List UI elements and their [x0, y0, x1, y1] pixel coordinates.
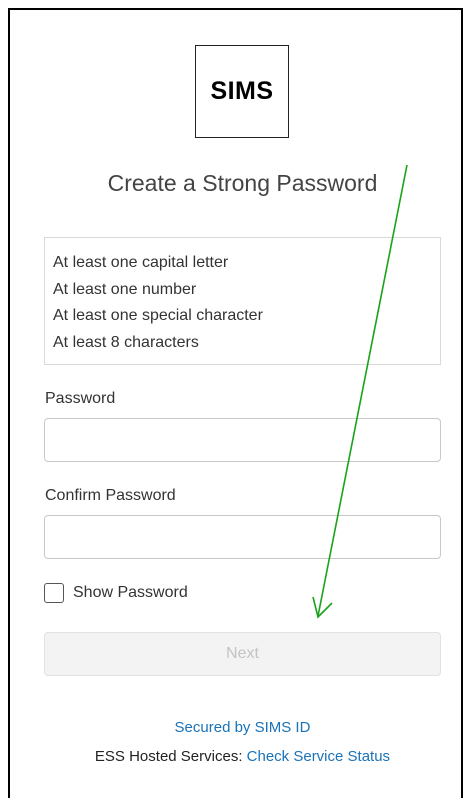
secured-by-sims-id-link[interactable]: Secured by SIMS ID — [175, 719, 311, 736]
secured-by-footer: Secured by SIMS ID — [44, 719, 441, 736]
requirement-item: At least one capital letter — [53, 254, 229, 271]
requirement-item: At least one number — [53, 280, 197, 298]
password-label: Password — [45, 390, 116, 407]
page-title: Create a Strong Password — [107, 170, 378, 196]
show-password-label[interactable]: Show Password — [73, 584, 188, 602]
next-button[interactable]: Next — [44, 632, 441, 676]
show-password-row[interactable]: Show Password — [44, 583, 188, 603]
password-input[interactable] — [44, 418, 441, 462]
confirm-password-label: Confirm Password — [45, 487, 176, 504]
password-requirements: At least one capital letter At least one… — [44, 237, 441, 365]
hosted-services-text: ESS Hosted Services: — [94, 748, 247, 765]
check-service-status-link[interactable]: Check Service Status — [247, 748, 390, 765]
hosted-services-footer: ESS Hosted Services: Check Service Statu… — [44, 748, 441, 765]
logo-text: SIMS — [210, 77, 274, 105]
requirement-item: At least one special character — [53, 307, 263, 324]
show-password-checkbox[interactable] — [44, 583, 64, 603]
requirement-item: At least 8 characters — [53, 333, 199, 351]
sims-logo: SIMS — [195, 45, 289, 138]
confirm-password-input[interactable] — [44, 515, 441, 559]
